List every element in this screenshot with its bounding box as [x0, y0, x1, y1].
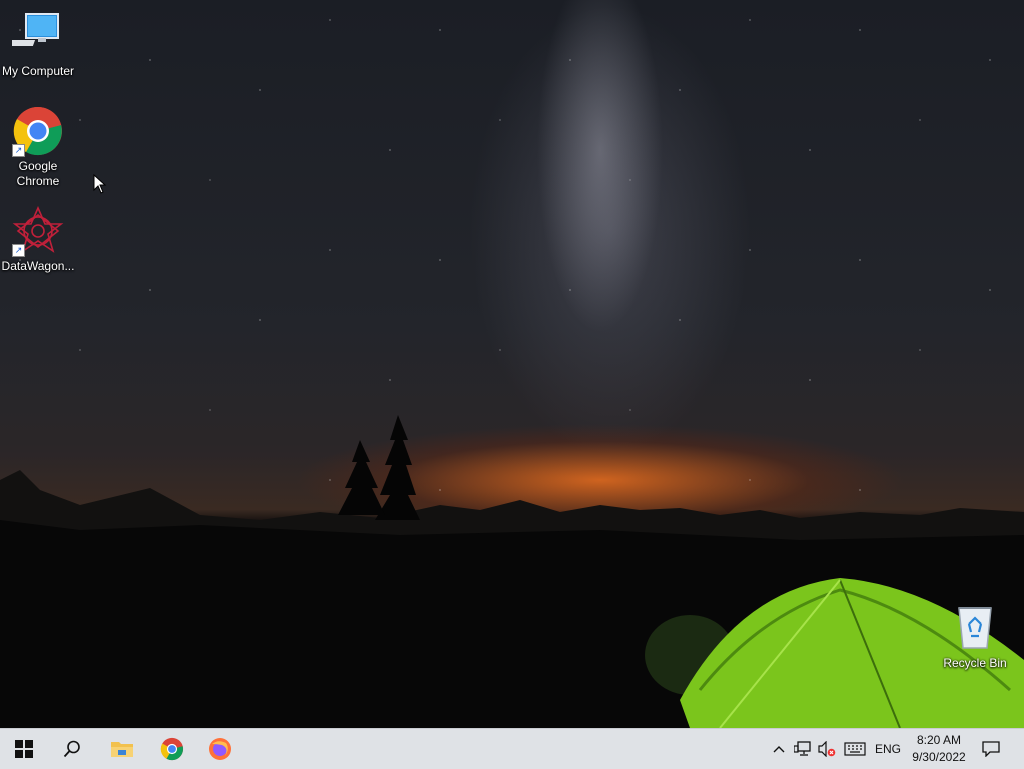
- datawagon-icon: ↗: [12, 205, 64, 257]
- clock-time: 8:20 AM: [916, 733, 961, 747]
- recycle-bin-icon: [949, 602, 1001, 654]
- desktop-icon-label-line2: Chrome: [16, 174, 60, 188]
- tray-language-indicator[interactable]: ENG: [872, 729, 904, 769]
- tray-volume-button[interactable]: [816, 729, 838, 769]
- search-icon: [63, 740, 80, 758]
- tray-show-hidden-button[interactable]: [770, 729, 788, 769]
- desktop-icon-my-computer[interactable]: My Computer: [0, 10, 76, 79]
- start-button[interactable]: [0, 729, 48, 769]
- shortcut-arrow-icon: ↗: [12, 244, 25, 257]
- windows-start-icon: [15, 740, 33, 758]
- desktop-icon-label: Recycle Bin: [943, 656, 1007, 670]
- desktop-icon-recycle-bin[interactable]: Recycle Bin: [937, 602, 1013, 671]
- shortcut-arrow-icon: ↗: [12, 144, 25, 157]
- mouse-cursor-icon: [93, 174, 107, 194]
- taskbar-firefox[interactable]: [196, 729, 244, 769]
- clock-date: 9/30/2022: [912, 750, 966, 764]
- computer-icon: [4, 10, 64, 62]
- taskbar-chrome[interactable]: [148, 729, 196, 769]
- file-explorer-icon: [111, 742, 133, 757]
- desktop-wallpaper: [0, 0, 1024, 728]
- taskbar-file-explorer[interactable]: [98, 729, 146, 769]
- tray-clock[interactable]: 8:20 AM 9/30/2022: [906, 729, 972, 769]
- desktop-icon-label: DataWagon...: [1, 259, 75, 273]
- action-center-button[interactable]: [976, 729, 1006, 769]
- wallpaper-landscape: [0, 415, 1024, 728]
- desktop-icon-label-line1: Google: [18, 159, 58, 173]
- firefox-icon: [209, 738, 231, 760]
- tray-touch-keyboard-button[interactable]: [842, 729, 868, 769]
- volume-muted-icon: [818, 741, 836, 757]
- taskbar: ENG 8:20 AM 9/30/2022: [0, 728, 1024, 769]
- desktop-icon-google-chrome[interactable]: ↗ Google Chrome: [0, 105, 76, 189]
- network-icon: [794, 741, 811, 756]
- desktop-icon-label: My Computer: [1, 64, 75, 78]
- chrome-icon: [160, 737, 184, 761]
- desktop-icon-datawagon[interactable]: ↗ DataWagon...: [0, 205, 76, 274]
- chrome-icon: ↗: [12, 105, 64, 157]
- chevron-up-icon: [773, 746, 785, 753]
- tray-network-button[interactable]: [792, 729, 814, 769]
- search-button[interactable]: [48, 729, 96, 769]
- notification-icon: [982, 741, 1000, 757]
- keyboard-icon: [844, 742, 866, 756]
